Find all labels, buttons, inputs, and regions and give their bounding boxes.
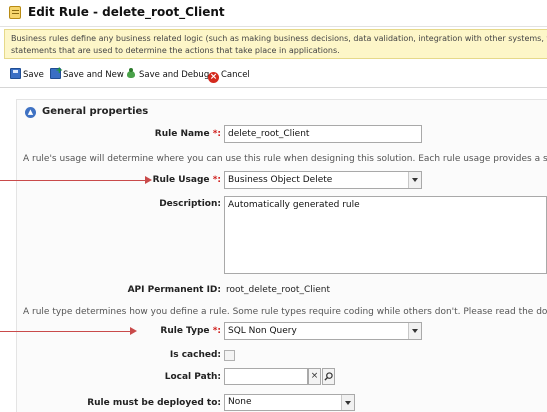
chevron-down-icon[interactable] — [408, 323, 421, 339]
api-permanent-id-value: root_delete_root_Client — [226, 285, 330, 295]
deploy-to-value: None — [228, 397, 252, 407]
api-permanent-id-label: API Permanent ID: — [127, 285, 221, 295]
toolbar-divider — [0, 87, 547, 88]
debug-bug-icon — [126, 68, 137, 79]
save-icon — [10, 68, 21, 79]
cancel-icon: × — [208, 72, 219, 83]
rule-type-value: SQL Non Query — [228, 326, 297, 336]
required-marker: *: — [212, 326, 221, 336]
banner-line-1: Business rules define any business relat… — [11, 34, 547, 43]
description-textarea[interactable]: Automatically generated rule — [224, 196, 547, 274]
is-cached-checkbox[interactable] — [224, 350, 235, 361]
clear-icon[interactable]: × — [308, 368, 321, 385]
rule-usage-label: Rule Usage *: — [153, 175, 221, 185]
usage-pointer-arrowhead — [145, 176, 152, 184]
type-pointer-arrow — [0, 331, 131, 332]
rule-usage-info: A rule's usage will determine where you … — [23, 154, 547, 164]
search-icon[interactable] — [322, 368, 335, 385]
rule-name-label-text: Rule Name — [154, 129, 210, 139]
rule-usage-label-text: Rule Usage — [152, 175, 210, 185]
search-icon-glyph — [324, 372, 333, 381]
required-marker: *: — [212, 175, 221, 185]
banner-line-2: statements that are used to determine th… — [11, 46, 340, 55]
description-label: Description: — [159, 199, 221, 209]
rule-type-label: Rule Type *: — [160, 326, 221, 336]
rule-usage-value: Business Object Delete — [228, 175, 333, 185]
rule-name-input[interactable]: delete_root_Client — [224, 125, 422, 143]
description-banner: Business rules define any business relat… — [4, 29, 547, 59]
section-title: General properties — [42, 106, 149, 117]
rule-edit-icon — [9, 6, 21, 19]
is-cached-label: Is cached: — [169, 350, 221, 360]
collapse-toggle-icon[interactable]: ▲ — [25, 107, 36, 118]
window-title: Edit Rule - delete_root_Client — [28, 5, 225, 19]
rule-usage-select[interactable]: Business Object Delete — [224, 171, 422, 189]
rule-type-select[interactable]: SQL Non Query — [224, 322, 422, 340]
save-button[interactable]: Save — [10, 68, 44, 82]
deploy-to-select[interactable]: None — [224, 394, 355, 411]
save-and-debug-label: Save and Debug — [139, 70, 210, 80]
chevron-down-icon[interactable] — [341, 395, 354, 410]
cancel-label: Cancel — [221, 70, 250, 80]
local-path-input[interactable] — [224, 368, 308, 385]
save-and-debug-button[interactable]: Save and Debug — [126, 68, 209, 82]
save-new-icon — [50, 64, 63, 79]
local-path-label: Local Path: — [164, 372, 221, 382]
toolbar: Save Save and New Save and Debug ×Cancel — [0, 64, 547, 85]
deploy-to-label: Rule must be deployed to: — [87, 398, 221, 408]
rule-type-label-text: Rule Type — [160, 326, 210, 336]
rule-type-info: A rule type determines how you define a … — [23, 307, 547, 317]
usage-pointer-arrow — [0, 180, 146, 181]
chevron-down-icon[interactable] — [408, 172, 421, 188]
save-and-new-label: Save and New — [63, 70, 124, 80]
type-pointer-arrowhead — [130, 327, 137, 335]
required-marker: *: — [212, 129, 221, 139]
save-label: Save — [23, 70, 44, 80]
rule-name-label: Rule Name *: — [155, 129, 221, 139]
save-and-new-button[interactable]: Save and New — [50, 64, 124, 82]
cancel-button[interactable]: × Cancel — [208, 68, 250, 83]
